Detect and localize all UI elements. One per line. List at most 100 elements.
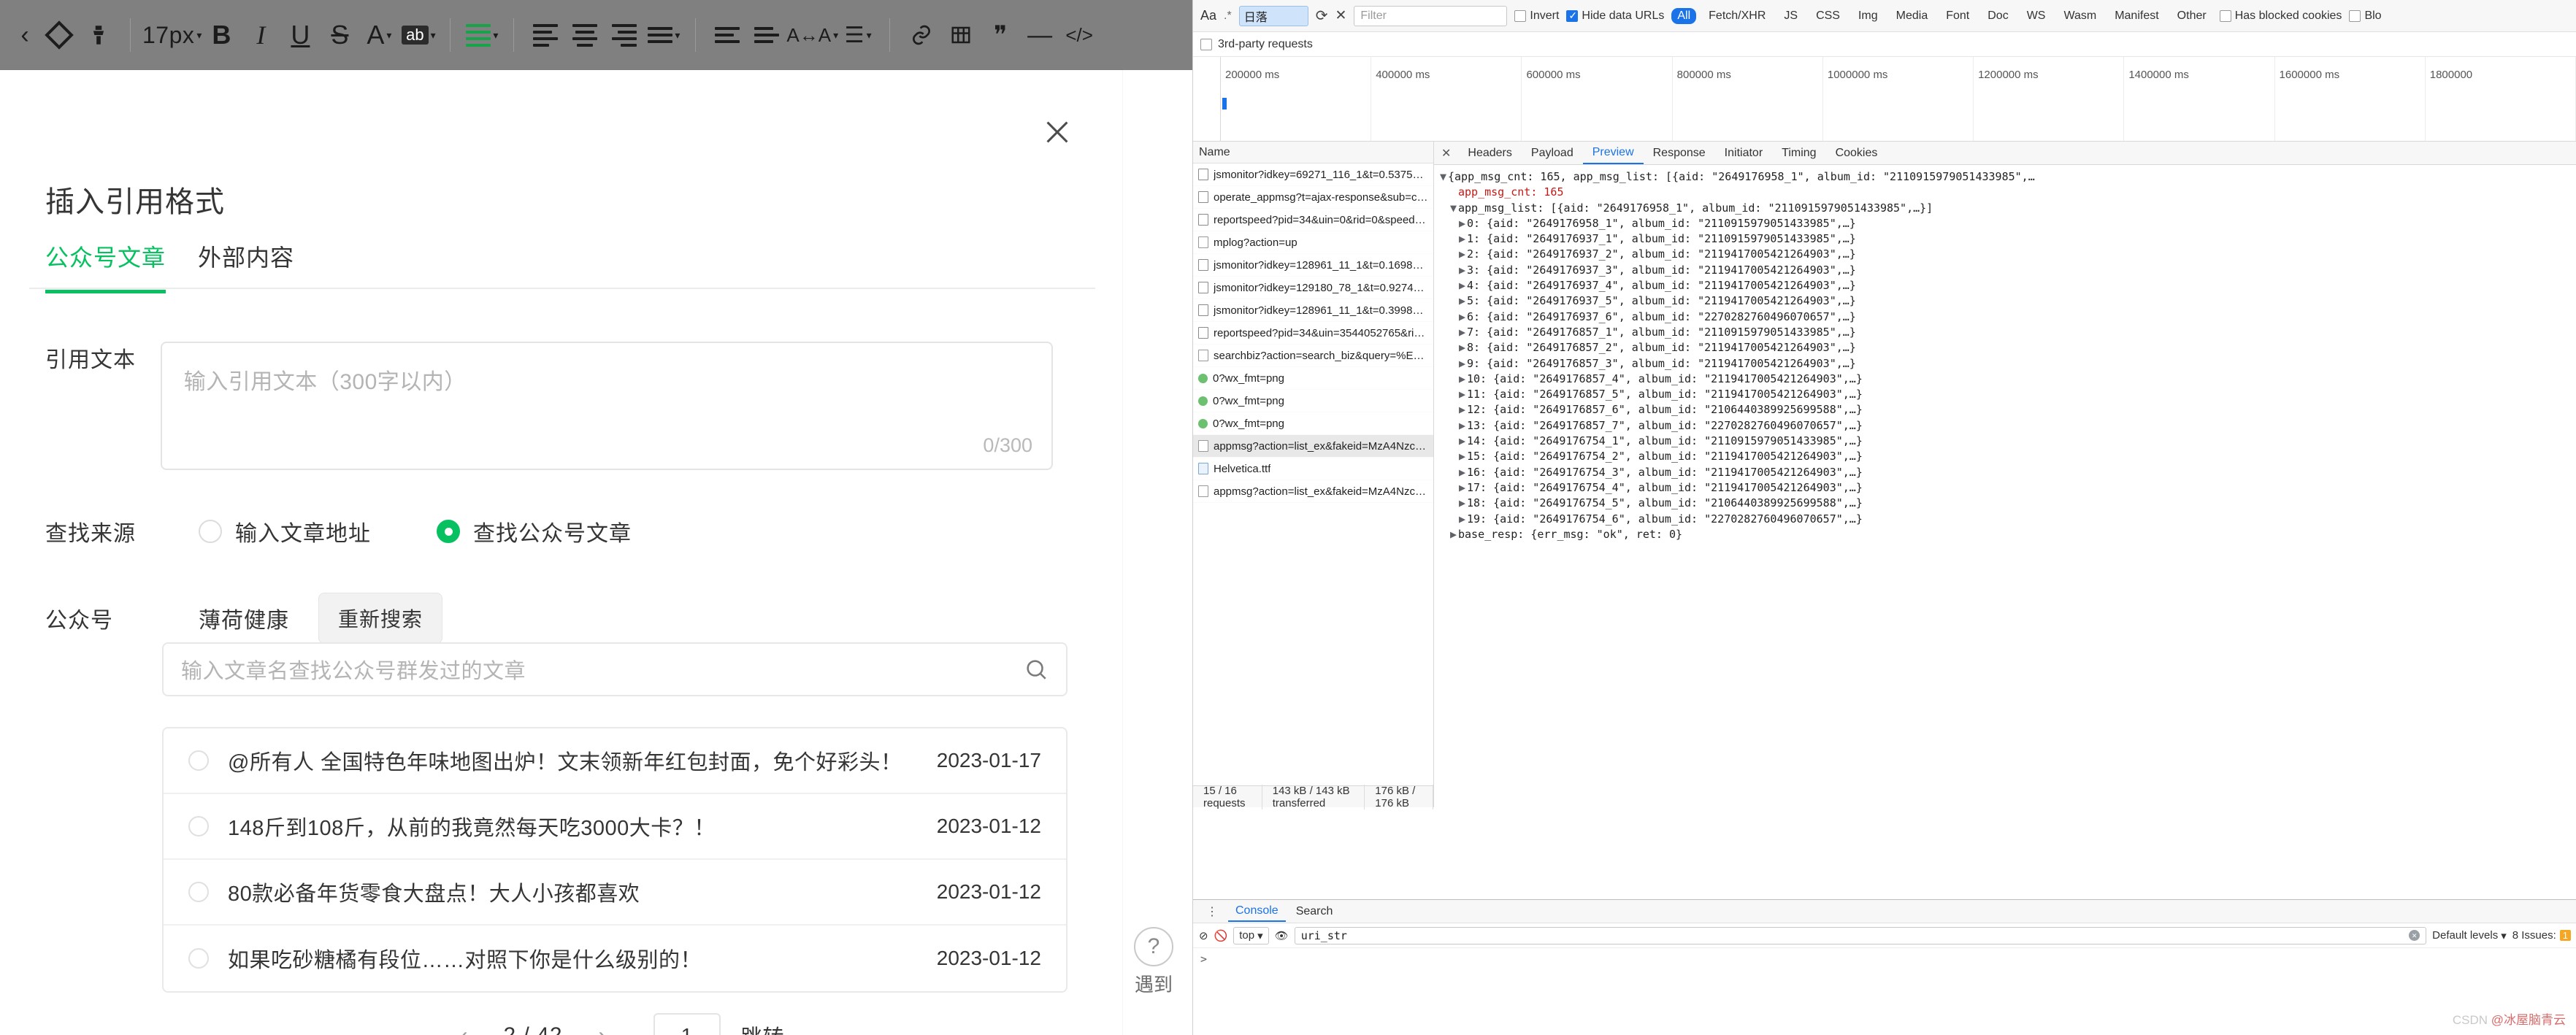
preview-line[interactable]: ▶ 11: {aid: "2649176857_5", album_id: "21… — [1440, 387, 2570, 402]
radio-icon[interactable] — [188, 948, 209, 969]
filter-ws[interactable]: WS — [2021, 8, 2052, 24]
help-icon[interactable]: ? — [1134, 927, 1173, 966]
quote-button[interactable]: ❞ — [981, 14, 1020, 56]
chevron-right-icon[interactable]: ▶ — [1459, 480, 1467, 496]
close-icon[interactable]: ✕ — [1434, 146, 1458, 161]
console-filter-input[interactable]: uri_str ✕ — [1294, 926, 2427, 944]
divider-button[interactable]: — — [1020, 14, 1059, 56]
preview-line[interactable]: ▶ 1: {aid: "2649176937_1", album_id: "211… — [1440, 231, 2570, 247]
close-icon[interactable]: ✕ — [1335, 7, 1346, 24]
chevron-right-icon[interactable]: ▶ — [1459, 512, 1467, 527]
preview-line[interactable]: ▶ 12: {aid: "2649176857_6", album_id: "21… — [1440, 402, 2570, 418]
tab-payload[interactable]: Payload — [1522, 143, 1583, 163]
table-row[interactable]: 0?wx_fmt=png — [1193, 390, 1433, 412]
clear-console-icon[interactable]: ⊘ — [1199, 929, 1208, 942]
indent-button[interactable] — [708, 14, 747, 56]
tab-headers[interactable]: Headers — [1458, 143, 1521, 163]
regex-icon[interactable]: .* — [1224, 9, 1232, 23]
letter-spacing-button[interactable]: A↔A ▾ — [786, 14, 838, 56]
page-jump-button[interactable]: 跳转 — [741, 1020, 785, 1035]
no-entry-icon[interactable]: 🚫 — [1214, 929, 1228, 942]
chevron-right-icon[interactable]: ▶ — [1459, 325, 1467, 340]
filter-manifest[interactable]: Manifest — [2109, 8, 2164, 24]
preview-line[interactable]: ▶ 5: {aid: "2649176937_5", album_id: "211… — [1440, 293, 2570, 309]
list-item[interactable]: 如果吃砂糖橘有段位……对照下你是什么级别的！ 2023-01-12 — [164, 926, 1066, 991]
checkbox-icon[interactable] — [1200, 38, 1212, 50]
chevron-right-icon[interactable]: ▶ — [1459, 465, 1467, 480]
radio-icon[interactable] — [188, 816, 209, 836]
hide-data-urls-checkbox[interactable]: Hide data URLs — [1566, 9, 1664, 23]
preview-line[interactable]: ▶ 7: {aid: "2649176857_1", album_id: "211… — [1440, 325, 2570, 340]
search-icon[interactable] — [1024, 657, 1049, 682]
preview-line[interactable]: ▶ 3: {aid: "2649176937_3", album_id: "211… — [1440, 263, 2570, 278]
chevron-right-icon[interactable]: ▶ — [1459, 340, 1467, 355]
filter-wasm[interactable]: Wasm — [2058, 8, 2102, 24]
table-row[interactable]: jsmonitor?idkey=128961_11_1&t=0.16985886… — [1193, 254, 1433, 277]
chevron-right-icon[interactable]: ▶ — [1459, 449, 1467, 464]
radio-option-search[interactable]: 查找公众号文章 — [437, 515, 632, 547]
table-row[interactable]: jsmonitor?idkey=69271_116_1&t=0.53751445… — [1193, 163, 1433, 186]
table-row[interactable]: reportspeed?pid=34&uin=3544052765&rid=0&… — [1193, 322, 1433, 345]
tab-timing[interactable]: Timing — [1772, 143, 1825, 163]
radio-icon[interactable] — [188, 882, 209, 902]
filter-js[interactable]: JS — [1778, 8, 1803, 24]
filter-media[interactable]: Media — [1890, 8, 1934, 24]
chevron-right-icon[interactable]: ▶ — [1459, 434, 1467, 449]
preview-line[interactable]: ▶ 6: {aid: "2649176937_6", album_id: "227… — [1440, 309, 2570, 325]
network-timeline[interactable]: 200000 ms 400000 ms 600000 ms 800000 ms … — [1193, 57, 2576, 142]
preview-line[interactable]: ▼ {app_msg_cnt: 165, app_msg_list: [{aid:… — [1440, 169, 2570, 185]
clear-format-icon[interactable] — [79, 14, 118, 56]
network-filter-input[interactable]: Filter — [1354, 5, 1508, 26]
preview-line[interactable]: ▶ 18: {aid: "2649176754_5", album_id: "21… — [1440, 496, 2570, 511]
italic-button[interactable]: I — [241, 14, 280, 56]
font-color-button[interactable]: A ▾ — [359, 14, 399, 56]
chevron-right-icon[interactable]: ▶ — [1459, 372, 1467, 387]
article-search-input[interactable]: 输入文章名查找公众号群发过的文章 — [162, 642, 1067, 696]
preview-line[interactable]: ▶ 19: {aid: "2649176754_6", album_id: "22… — [1440, 512, 2570, 527]
chevron-down-icon[interactable]: ▼ — [1440, 169, 1448, 185]
chevron-right-icon[interactable]: ▶ — [1459, 247, 1467, 262]
tab-response[interactable]: Response — [1644, 143, 1715, 163]
request-list[interactable]: jsmonitor?idkey=69271_116_1&t=0.53751445… — [1193, 163, 1433, 785]
preview-line[interactable]: ▶ 15: {aid: "2649176754_2", album_id: "21… — [1440, 449, 2570, 464]
chevron-right-icon[interactable]: ▶ — [1459, 231, 1467, 247]
clear-icon[interactable]: ✕ — [2409, 930, 2420, 941]
table-row[interactable]: appmsg?action=list_ex&fakeid=MzA4Nzc5MzY… — [1193, 480, 1433, 503]
tab-official-article[interactable]: 公众号文章 — [29, 239, 182, 293]
chevron-right-icon[interactable]: ▶ — [1459, 356, 1467, 372]
link-button[interactable] — [902, 14, 941, 56]
radio-option-url[interactable]: 输入文章地址 — [199, 515, 371, 547]
page-jump-input[interactable]: 1 — [653, 1013, 721, 1035]
align-right-button[interactable] — [605, 14, 644, 56]
preview-line[interactable]: ▶ 16: {aid: "2649176754_3", album_id: "21… — [1440, 465, 2570, 480]
preview-line[interactable]: ▶ 17: {aid: "2649176754_4", album_id: "21… — [1440, 480, 2570, 496]
table-row[interactable]: operate_appmsg?t=ajax-response&sub=creat… — [1193, 186, 1433, 209]
issues-counter[interactable]: 8 Issues: 1 — [2512, 929, 2571, 942]
filter-doc[interactable]: Doc — [1982, 8, 2014, 24]
tab-initiator[interactable]: Initiator — [1715, 143, 1772, 163]
collapse-arrow-icon[interactable]: ‹ — [10, 14, 39, 56]
tab-console[interactable]: Console — [1228, 901, 1286, 922]
filter-fetch-xhr[interactable]: Fetch/XHR — [1703, 8, 1771, 24]
preview-line[interactable]: ▶ 8: {aid: "2649176857_2", album_id: "211… — [1440, 340, 2570, 355]
tab-external-content[interactable]: 外部内容 — [182, 239, 310, 292]
chevron-down-icon[interactable]: ▼ — [1450, 201, 1458, 216]
drawer-menu-icon[interactable]: ⋮ — [1199, 904, 1225, 919]
radio-icon[interactable] — [188, 750, 209, 771]
filter-other[interactable]: Other — [2171, 8, 2212, 24]
strikethrough-button[interactable]: S — [320, 14, 359, 56]
table-row[interactable]: Helvetica.ttf — [1193, 458, 1433, 480]
filter-font[interactable]: Font — [1940, 8, 1975, 24]
next-page-button[interactable]: › — [583, 1017, 621, 1035]
line-height-button[interactable]: ▾ — [644, 14, 683, 56]
list-item[interactable]: @所有人 全国特色年味地图出炉！文末领新年红包封面，免个好彩头！ 2023-01… — [164, 728, 1066, 794]
close-icon[interactable] — [1040, 115, 1074, 149]
has-blocked-cookies-checkbox[interactable]: Has blocked cookies — [2219, 9, 2342, 23]
tab-search[interactable]: Search — [1289, 902, 1341, 921]
align-left-button[interactable] — [526, 14, 565, 56]
align-center-button[interactable] — [565, 14, 605, 56]
table-row[interactable]: mplog?action=up — [1193, 231, 1433, 254]
invert-checkbox[interactable]: Invert — [1514, 9, 1559, 23]
preview-line[interactable]: ▶ 9: {aid: "2649176857_3", album_id: "211… — [1440, 356, 2570, 372]
preview-json-tree[interactable]: ▼ {app_msg_cnt: 165, app_msg_list: [{aid:… — [1434, 165, 2576, 807]
